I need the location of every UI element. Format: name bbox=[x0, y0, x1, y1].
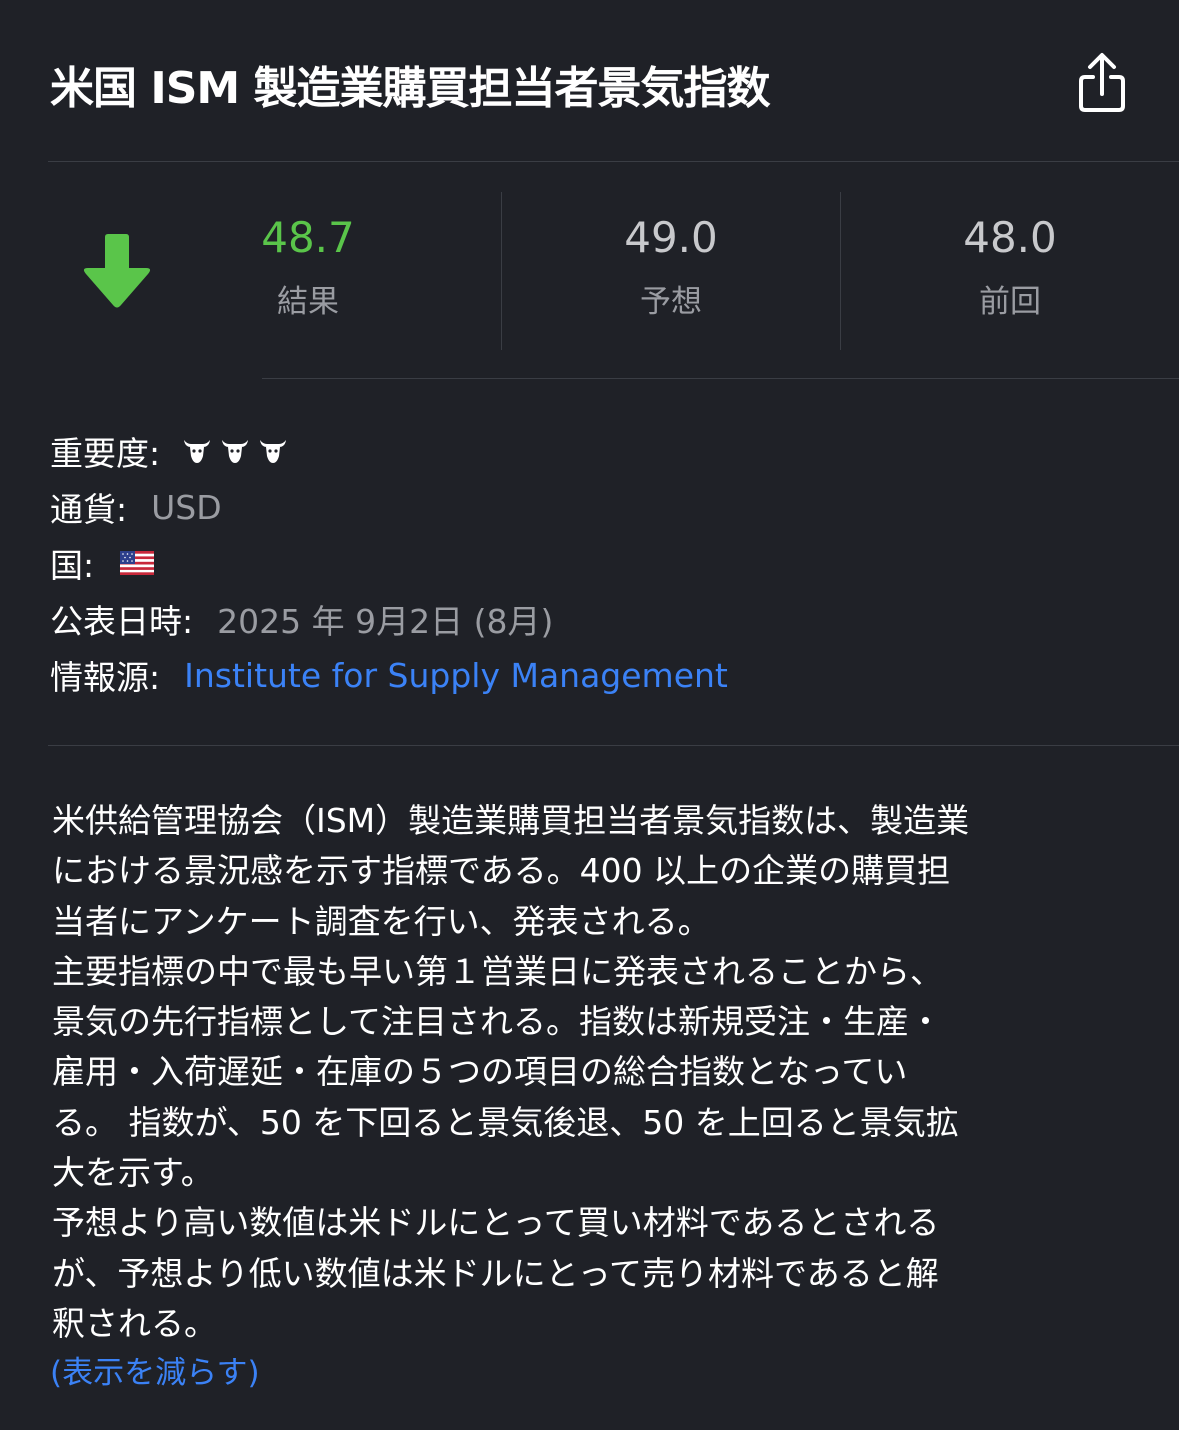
currency-value: USD bbox=[151, 487, 222, 527]
stats-divider bbox=[262, 378, 1179, 379]
stat-actual: 48.7 結果 bbox=[188, 212, 428, 322]
description-line: 当者にアンケート調査を行い、発表される。 bbox=[52, 901, 711, 941]
show-less-link[interactable]: (表示を減らす) bbox=[50, 1347, 260, 1392]
currency-label: 通貨: bbox=[50, 490, 128, 529]
previous-label: 前回 bbox=[979, 284, 1041, 320]
source-row: 情報源: Institute for Supply Management bbox=[50, 653, 728, 698]
source-label: 情報源: bbox=[50, 658, 161, 697]
header-divider bbox=[48, 161, 1179, 162]
importance-label: 重要度: bbox=[50, 434, 161, 473]
header: 米国 ISM 製造業購買担当者景気指数 bbox=[0, 0, 1179, 162]
share-icon bbox=[1079, 53, 1125, 112]
importance-rating bbox=[182, 438, 288, 464]
forecast-label: 予想 bbox=[640, 284, 702, 320]
description-line: 景気の先行指標として注目される。指数は新規受注・生産・ bbox=[52, 1002, 943, 1042]
description-line: 大を示す。 bbox=[52, 1153, 214, 1193]
release-row: 公表日時: 2025 年 9月2日 (8月) bbox=[50, 597, 553, 641]
stat-previous: 48.0 前回 bbox=[890, 212, 1130, 322]
importance-row: 重要度: bbox=[50, 429, 288, 473]
bull-icon bbox=[222, 440, 249, 463]
description-line: る。 指数が、50 を下回ると景気後退、50 を上回ると景気拡 bbox=[52, 1102, 959, 1142]
bull-icon bbox=[260, 440, 287, 463]
arrow-down-icon bbox=[83, 234, 151, 308]
country-row: 国: bbox=[50, 541, 155, 585]
forecast-value: 49.0 bbox=[624, 213, 718, 262]
page-title: 米国 ISM 製造業購買担当者景気指数 bbox=[50, 63, 770, 114]
stat-forecast: 49.0 予想 bbox=[551, 212, 791, 322]
description-line: 釈される。 bbox=[52, 1303, 217, 1343]
actual-value: 48.7 bbox=[261, 213, 355, 262]
release-label: 公表日時: bbox=[50, 602, 194, 641]
stat-separator bbox=[840, 192, 841, 350]
description-line: 米供給管理協会（ISM）製造業購買担当者景気指数は、製造業 bbox=[52, 801, 970, 840]
description-line: が、予想より低い数値は米ドルにとって売り材料であると解 bbox=[52, 1253, 939, 1293]
actual-label: 結果 bbox=[277, 284, 339, 320]
bull-icon bbox=[184, 440, 211, 463]
previous-value: 48.0 bbox=[963, 213, 1057, 262]
release-value: 2025 年 9月2日 (8月) bbox=[217, 602, 554, 641]
source-link[interactable]: Institute for Supply Management bbox=[184, 656, 728, 695]
stat-separator bbox=[501, 192, 502, 350]
share-button[interactable] bbox=[1072, 50, 1132, 116]
info-divider bbox=[48, 745, 1179, 746]
country-label: 国: bbox=[50, 546, 95, 585]
us-flag-icon bbox=[120, 551, 155, 575]
description-line: 雇用・入荷遅延・在庫の５つの項目の総合指数となってい bbox=[52, 1052, 908, 1092]
description-line: 主要指標の中で最も早い第１営業日に発表されることから、 bbox=[52, 951, 943, 991]
description: 米供給管理協会（ISM）製造業購買担当者景気指数は、製造業 における景況感を示す… bbox=[52, 796, 1142, 1349]
description-line: 予想より高い数値は米ドルにとって買い材料であるとされる bbox=[52, 1203, 940, 1243]
currency-row: 通貨: USD bbox=[50, 485, 222, 530]
description-line: における景況感を示す指標である。400 以上の企業の購買担 bbox=[52, 851, 951, 891]
